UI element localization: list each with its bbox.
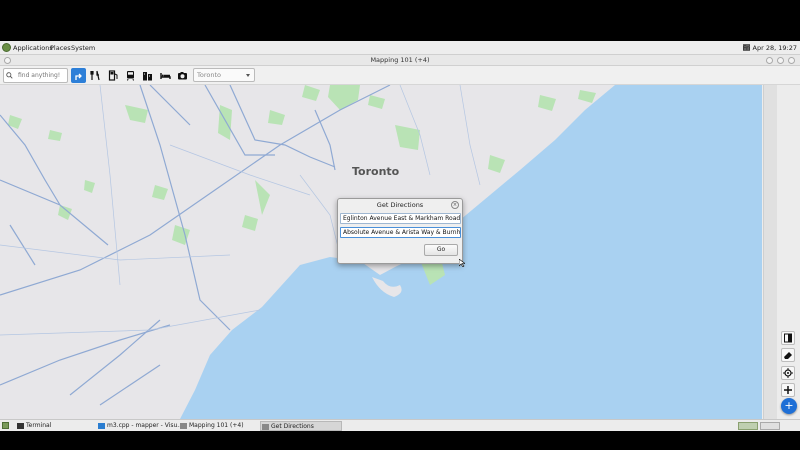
gas-station-button[interactable] bbox=[106, 68, 121, 83]
minimize-button[interactable] bbox=[766, 57, 773, 64]
clock[interactable]: Fri Apr 28, 19:27 bbox=[743, 44, 797, 52]
system-menu[interactable]: System bbox=[71, 44, 95, 52]
plus-icon bbox=[784, 386, 792, 394]
terminal-icon bbox=[17, 423, 24, 429]
top-panel: Applications Places System Fri Apr 28, 1… bbox=[0, 41, 800, 55]
zoom-in-button[interactable] bbox=[781, 383, 795, 397]
go-button[interactable]: Go bbox=[424, 244, 458, 256]
chevron-down-icon bbox=[246, 74, 250, 77]
window-icon bbox=[180, 423, 187, 429]
directions-button[interactable] bbox=[71, 68, 86, 83]
from-address-field[interactable]: Eglinton Avenue East & Markham Road bbox=[340, 213, 461, 224]
gas-station-icon bbox=[108, 70, 118, 81]
workspace-2[interactable] bbox=[760, 422, 780, 430]
city-select[interactable]: Toronto bbox=[193, 68, 255, 82]
buildings-icon bbox=[143, 72, 152, 81]
lake-water bbox=[180, 85, 762, 419]
show-desktop-icon[interactable] bbox=[2, 422, 9, 429]
city-select-value: Toronto bbox=[197, 71, 221, 79]
directions-icon bbox=[74, 73, 82, 80]
toolbar: Toronto bbox=[0, 66, 800, 85]
crosshair-icon bbox=[783, 368, 793, 378]
window-titlebar[interactable]: Mapping 101 (+4) bbox=[0, 55, 800, 66]
search-icon bbox=[6, 72, 13, 79]
panel-toggle-icon bbox=[784, 333, 792, 343]
desktop-screen: Applications Places System Fri Apr 28, 1… bbox=[0, 0, 800, 450]
search-box[interactable] bbox=[3, 68, 68, 83]
add-button[interactable]: + bbox=[781, 398, 797, 414]
mouse-cursor-icon bbox=[459, 259, 465, 267]
close-button[interactable] bbox=[788, 57, 795, 64]
window-menu-icon[interactable] bbox=[4, 57, 11, 64]
eraser-icon bbox=[784, 352, 792, 359]
task-mapping[interactable]: Mapping 101 (+4) bbox=[179, 421, 244, 431]
to-address-field[interactable]: Absolute Avenue & Arista Way & Burnhamth… bbox=[340, 227, 461, 238]
plus-icon: + bbox=[784, 399, 794, 412]
task-get-directions[interactable]: Get Directions bbox=[260, 421, 342, 431]
dialog-close-icon[interactable]: × bbox=[451, 201, 459, 209]
taskbar: Terminal m3.cpp - mapper - Visu... Mappi… bbox=[0, 419, 800, 431]
locate-button[interactable] bbox=[781, 366, 795, 380]
restaurant-button[interactable] bbox=[88, 68, 103, 83]
buildings-button[interactable] bbox=[140, 68, 155, 83]
vertical-scrollbar[interactable] bbox=[763, 85, 777, 419]
distro-logo-icon[interactable] bbox=[2, 43, 11, 52]
restaurant-icon bbox=[90, 70, 100, 81]
transit-button[interactable] bbox=[123, 68, 138, 83]
applications-menu[interactable]: Applications bbox=[13, 44, 53, 52]
task-label: Terminal bbox=[26, 422, 52, 429]
task-terminal[interactable]: Terminal bbox=[16, 421, 51, 431]
vscode-icon bbox=[98, 423, 105, 429]
window-icon bbox=[262, 424, 269, 430]
map-city-label: Toronto bbox=[352, 165, 400, 178]
sidebar-toggle-button[interactable] bbox=[781, 331, 795, 345]
task-vscode[interactable]: m3.cpp - mapper - Visu... bbox=[97, 421, 183, 431]
task-label: Get Directions bbox=[271, 423, 314, 430]
get-directions-dialog: Get Directions × Eglinton Avenue East & … bbox=[337, 198, 463, 264]
eraser-button[interactable] bbox=[781, 348, 795, 362]
camera-button[interactable] bbox=[175, 68, 190, 83]
places-menu[interactable]: Places bbox=[50, 44, 71, 52]
maximize-button[interactable] bbox=[777, 57, 784, 64]
dialog-title: Get Directions bbox=[376, 201, 424, 209]
transit-icon bbox=[127, 71, 134, 81]
task-label: m3.cpp - mapper - Visu... bbox=[107, 422, 184, 429]
task-label: Mapping 101 (+4) bbox=[189, 422, 244, 429]
search-input[interactable] bbox=[18, 70, 66, 81]
hotel-icon bbox=[160, 73, 171, 79]
camera-icon bbox=[178, 72, 187, 80]
hotel-button[interactable] bbox=[158, 68, 173, 83]
window-title: Mapping 101 (+4) bbox=[370, 56, 430, 64]
workspace-1[interactable] bbox=[738, 422, 758, 430]
